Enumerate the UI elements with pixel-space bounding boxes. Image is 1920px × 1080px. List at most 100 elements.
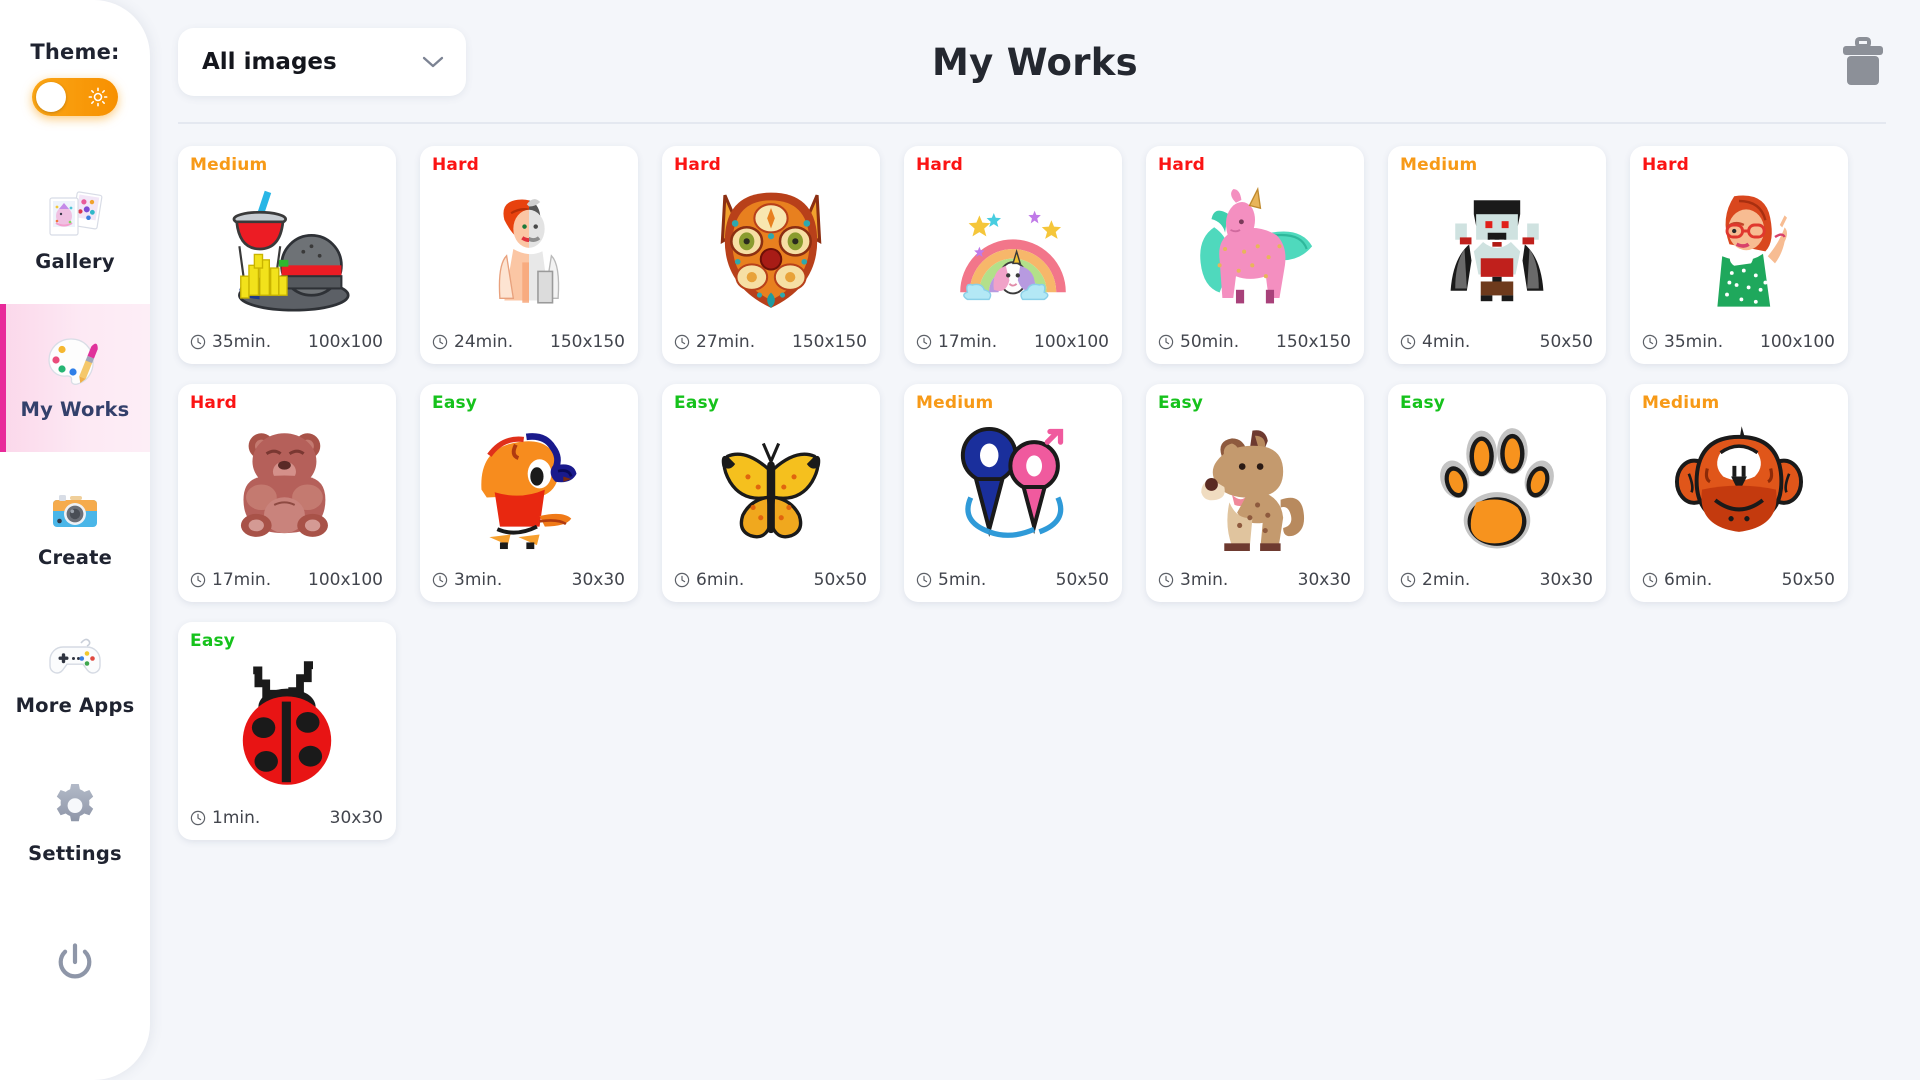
work-time: 17min.	[190, 570, 271, 590]
clock-icon	[1158, 334, 1174, 350]
pink-unicorn-art	[1200, 186, 1313, 304]
sidebar-item-label: More Apps	[15, 694, 135, 717]
clock-icon	[916, 572, 932, 588]
work-size: 150x150	[1276, 332, 1351, 352]
work-meta: 27min. 150x150	[662, 328, 880, 364]
image-filter-dropdown[interactable]: All images	[178, 28, 466, 96]
palette-icon	[48, 338, 98, 385]
work-card[interactable]: Medium	[178, 146, 396, 364]
difficulty-badge: Hard	[1158, 155, 1206, 175]
work-time: 17min.	[916, 332, 997, 352]
work-card[interactable]: Hard	[904, 146, 1122, 364]
work-card[interactable]: Easy	[178, 622, 396, 840]
work-time: 35min.	[1642, 332, 1723, 352]
work-time: 27min.	[674, 332, 755, 352]
work-time-text: 17min.	[938, 332, 998, 352]
work-time-text: 17min.	[212, 570, 272, 590]
difficulty-badge: Medium	[190, 155, 268, 175]
work-time-text: 3min.	[1180, 570, 1229, 590]
work-size: 100x100	[1760, 332, 1835, 352]
work-time: 24min.	[432, 332, 513, 352]
ornate-cat-art	[720, 192, 822, 308]
work-time-text: 6min.	[696, 570, 745, 590]
work-card[interactable]: Medium	[904, 384, 1122, 602]
work-size: 50x50	[813, 570, 867, 590]
work-size: 30x30	[571, 570, 625, 590]
work-meta: 17min. 100x100	[178, 566, 396, 602]
work-size: 100x100	[1034, 332, 1109, 352]
work-size: 150x150	[792, 332, 867, 352]
work-meta: 5min. 50x50	[904, 566, 1122, 602]
difficulty-badge: Medium	[1400, 155, 1478, 175]
theme-toggle[interactable]	[32, 78, 118, 116]
work-time-text: 24min.	[454, 332, 514, 352]
gear-icon	[56, 784, 94, 822]
sidebar-item-settings[interactable]: Settings	[0, 748, 150, 896]
work-time-text: 35min.	[1664, 332, 1724, 352]
clock-icon	[432, 334, 448, 350]
work-card[interactable]: Hard	[420, 146, 638, 364]
work-time-text: 3min.	[454, 570, 503, 590]
sidebar-item-label: Settings	[28, 842, 122, 865]
main-content: All images My Works Medium 35min. 100x10…	[150, 0, 1920, 1080]
work-card[interactable]: Hard	[662, 146, 880, 364]
work-time-text: 4min.	[1422, 332, 1471, 352]
image-filter-value: All images	[202, 49, 337, 75]
dog-art	[1201, 430, 1305, 551]
work-time: 6min.	[674, 570, 744, 590]
chevron-down-icon	[422, 56, 444, 68]
clock-icon	[432, 572, 448, 588]
work-card[interactable]: Easy	[1146, 384, 1364, 602]
difficulty-badge: Easy	[674, 393, 720, 413]
trash-icon[interactable]	[1840, 36, 1886, 88]
clock-icon	[1642, 572, 1658, 588]
sidebar-item-my-works[interactable]: My Works	[0, 304, 150, 452]
butterfly-art	[721, 442, 821, 539]
work-time: 3min.	[432, 570, 502, 590]
vampire-art	[1450, 200, 1544, 302]
work-card[interactable]: Hard	[178, 384, 396, 602]
work-time: 1min.	[190, 808, 260, 828]
clock-icon	[1400, 334, 1416, 350]
difficulty-badge: Easy	[432, 393, 478, 413]
work-meta: 24min. 150x150	[420, 328, 638, 364]
work-card[interactable]: Easy	[420, 384, 638, 602]
work-meta: 1min. 30x30	[178, 804, 396, 840]
work-card[interactable]: Easy	[662, 384, 880, 602]
gender-symbols-art	[960, 426, 1064, 538]
work-time-text: 27min.	[696, 332, 756, 352]
work-size: 30x30	[1297, 570, 1351, 590]
work-meta: 6min. 50x50	[662, 566, 880, 602]
work-size: 30x30	[329, 808, 383, 828]
work-time-text: 50min.	[1180, 332, 1240, 352]
rainbow-unicorn-art	[960, 210, 1066, 301]
work-card[interactable]: Hard	[1146, 146, 1364, 364]
power-icon[interactable]	[53, 940, 97, 984]
theme-label: Theme:	[30, 40, 120, 64]
difficulty-badge: Easy	[1158, 393, 1204, 413]
work-time-text: 5min.	[938, 570, 987, 590]
sidebar-item-more-apps[interactable]: More Apps	[0, 600, 150, 748]
work-time: 35min.	[190, 332, 271, 352]
work-card[interactable]: Hard	[1630, 146, 1848, 364]
clock-icon	[674, 572, 690, 588]
work-time-text: 1min.	[212, 808, 261, 828]
sidebar: Theme: Gallery My Works Create More Apps…	[0, 0, 150, 1080]
work-time-text: 2min.	[1422, 570, 1471, 590]
clock-icon	[674, 334, 690, 350]
burger-art	[232, 190, 350, 312]
sidebar-item-gallery[interactable]: Gallery	[0, 156, 150, 304]
work-size: 50x50	[1539, 332, 1593, 352]
work-time-text: 35min.	[212, 332, 272, 352]
work-card[interactable]: Medium	[1388, 146, 1606, 364]
work-card[interactable]: Easy	[1388, 384, 1606, 602]
work-card[interactable]: Medium	[1630, 384, 1848, 602]
difficulty-badge: Hard	[432, 155, 480, 175]
page-header: All images My Works	[150, 0, 1920, 124]
work-meta: 2min. 30x30	[1388, 566, 1606, 602]
work-time: 50min.	[1158, 332, 1239, 352]
theme-toggle-knob	[36, 82, 66, 112]
clock-icon	[190, 810, 206, 826]
paw-print-art	[1440, 428, 1554, 549]
sidebar-item-create[interactable]: Create	[0, 452, 150, 600]
